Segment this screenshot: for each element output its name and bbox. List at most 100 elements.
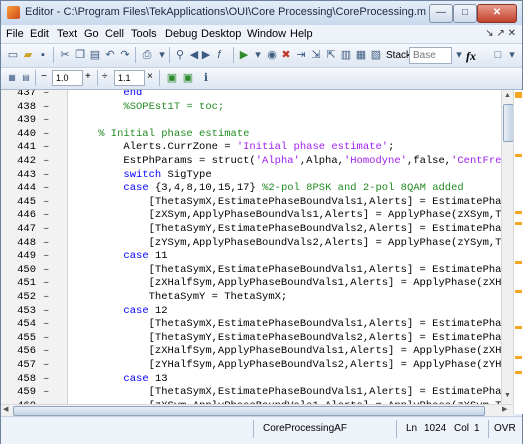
code-line[interactable]: 448– [zYSym,ApplyPhaseBoundVals2,Alerts]… bbox=[1, 237, 501, 251]
breakpoint-slot[interactable]: – bbox=[43, 196, 49, 210]
code-editor[interactable]: 437– end 438– %SOPEst1T = toc; 439–440– % … bbox=[1, 90, 501, 404]
find-icon[interactable]: ⚲ bbox=[173, 48, 187, 62]
code-line[interactable]: 458– case 13 bbox=[1, 373, 501, 387]
horizontal-scroll-thumb[interactable] bbox=[13, 406, 485, 416]
code-line[interactable]: 437– end bbox=[1, 90, 501, 101]
menu-file[interactable]: File bbox=[6, 28, 24, 40]
dropdown-arrow-icon[interactable]: ▾ bbox=[251, 48, 265, 62]
decrement-button[interactable]: − bbox=[41, 71, 47, 82]
divide-button[interactable]: ÷ bbox=[102, 71, 108, 82]
scroll-left-arrow-icon[interactable]: ◀ bbox=[3, 405, 8, 413]
title-bar[interactable]: Editor - C:\Program Files\TekApplication… bbox=[1, 1, 522, 25]
breakpoint-slot[interactable]: – bbox=[43, 209, 49, 223]
breakpoint-slot[interactable]: – bbox=[43, 114, 49, 128]
breakpoint-slot[interactable]: – bbox=[43, 305, 49, 319]
dropdown-arrow-icon[interactable]: ▾ bbox=[505, 48, 519, 62]
cell-eval-icon[interactable]: ▦ bbox=[5, 71, 19, 85]
continue-icon[interactable]: ▥ bbox=[339, 48, 353, 62]
breakpoint-slot[interactable]: – bbox=[43, 169, 49, 183]
breakpoint-slot[interactable]: – bbox=[43, 250, 49, 264]
breakpoint-slot[interactable]: – bbox=[43, 277, 49, 291]
cell-eval-advance-icon[interactable]: ▤ bbox=[19, 71, 33, 85]
close-button[interactable]: ✕ bbox=[477, 4, 517, 23]
code-line[interactable]: 444– case {3,4,8,10,15,17} %2-pol 8PSK a… bbox=[1, 182, 501, 196]
mlint-warning-mark[interactable] bbox=[515, 154, 522, 157]
stack-select[interactable]: Base bbox=[409, 47, 452, 64]
scroll-up-arrow-icon[interactable]: ▲ bbox=[504, 92, 511, 99]
step-out-icon[interactable]: ⇱ bbox=[324, 48, 338, 62]
code-line[interactable]: 442– EstPhParams = struct('Alpha',Alpha,… bbox=[1, 155, 501, 169]
breakpoint-slot[interactable]: – bbox=[43, 128, 49, 142]
menu-go[interactable]: Go bbox=[84, 28, 99, 40]
step-icon[interactable]: ⇥ bbox=[294, 48, 308, 62]
function-browser-icon[interactable]: f bbox=[212, 48, 226, 62]
menu-text[interactable]: Text bbox=[57, 28, 77, 40]
menu-help[interactable]: Help bbox=[290, 28, 313, 40]
breakpoint-slot[interactable]: – bbox=[43, 359, 49, 373]
breakpoint-slot[interactable]: – bbox=[43, 386, 49, 400]
code-line[interactable]: 457– [zYHalfSym,ApplyPhaseBoundVals2,Ale… bbox=[1, 359, 501, 373]
undo-icon[interactable]: ↶ bbox=[103, 48, 117, 62]
breakpoint-slot[interactable]: – bbox=[43, 101, 49, 115]
code-line[interactable]: 447– [ThetaSymY,EstimatePhaseBoundVals2,… bbox=[1, 223, 501, 237]
paste-icon[interactable]: ▤ bbox=[88, 48, 102, 62]
dropdown-arrow-icon[interactable]: ▾ bbox=[452, 48, 466, 62]
code-line[interactable]: 450– [ThetaSymX,EstimatePhaseBoundVals1,… bbox=[1, 264, 501, 278]
new-file-icon[interactable]: ▭ bbox=[6, 48, 20, 62]
code-line[interactable]: 454– [ThetaSymX,EstimatePhaseBoundVals1,… bbox=[1, 318, 501, 332]
copy-icon[interactable]: ❐ bbox=[73, 48, 87, 62]
cell-help-icon[interactable]: ℹ bbox=[199, 71, 213, 85]
decrement-value-input[interactable]: 1.0 bbox=[52, 70, 83, 86]
code-line[interactable]: 443– switch SigType bbox=[1, 169, 501, 183]
fx-label[interactable]: fx bbox=[466, 49, 476, 64]
horizontal-scrollbar[interactable]: ◀ ▶ bbox=[1, 404, 513, 416]
code-line[interactable]: 449– case 11 bbox=[1, 250, 501, 264]
cell-publish-icon[interactable]: ▣ bbox=[181, 71, 195, 85]
breakpoint-slot[interactable]: – bbox=[43, 182, 49, 196]
code-line[interactable]: 438– %SOPEst1T = toc; bbox=[1, 101, 501, 115]
code-line[interactable]: 445– [ThetaSymX,EstimatePhaseBoundVals1,… bbox=[1, 196, 501, 210]
menu-window[interactable]: Window bbox=[247, 28, 286, 40]
step-in-icon[interactable]: ⇲ bbox=[309, 48, 323, 62]
mlint-warning-mark[interactable] bbox=[515, 222, 522, 225]
forward-icon[interactable]: ▶ bbox=[199, 48, 213, 62]
maximize-button[interactable]: □ bbox=[453, 4, 477, 23]
breakpoint-slot[interactable]: – bbox=[43, 332, 49, 346]
code-line[interactable]: 455– [ThetaSymY,EstimatePhaseBoundVals2,… bbox=[1, 332, 501, 346]
breakpoint-slot[interactable]: – bbox=[43, 223, 49, 237]
mlint-warning-mark[interactable] bbox=[515, 290, 522, 293]
scroll-down-arrow-icon[interactable]: ▼ bbox=[504, 392, 511, 399]
code-line[interactable]: 453– case 12 bbox=[1, 305, 501, 319]
mlint-warning-mark[interactable] bbox=[515, 326, 522, 329]
exit-debug-icon[interactable]: ▦ bbox=[354, 48, 368, 62]
code-line[interactable]: 439– bbox=[1, 114, 501, 128]
code-line[interactable]: 459– [ThetaSymX,EstimatePhaseBoundVals1,… bbox=[1, 386, 501, 400]
debug-mode-icon[interactable]: ▧ bbox=[369, 48, 383, 62]
cut-icon[interactable]: ✂ bbox=[58, 48, 72, 62]
scroll-right-arrow-icon[interactable]: ▶ bbox=[502, 405, 507, 413]
menu-tools[interactable]: Tools bbox=[131, 28, 157, 40]
dock-controls[interactable]: ↘ ↗ ✕ bbox=[485, 28, 516, 39]
breakpoint-slot[interactable]: – bbox=[43, 264, 49, 278]
mlint-warning-mark[interactable] bbox=[515, 356, 522, 359]
code-line[interactable]: 456– [zXHalfSym,ApplyPhaseBoundVals1,Ale… bbox=[1, 345, 501, 359]
run-icon[interactable]: ▶ bbox=[237, 48, 251, 62]
show-cell-titles-icon[interactable]: ▣ bbox=[165, 71, 179, 85]
menu-debug[interactable]: Debug bbox=[165, 28, 197, 40]
set-breakpoint-icon[interactable]: ◉ bbox=[265, 48, 279, 62]
window-layout-icon[interactable]: □ bbox=[491, 48, 505, 62]
code-line[interactable]: 441– Alerts.CurrZone = 'Initial phase es… bbox=[1, 141, 501, 155]
multiply-value-input[interactable]: 1.1 bbox=[114, 70, 145, 86]
clear-breakpoints-icon[interactable]: ✖ bbox=[279, 48, 293, 62]
multiply-button[interactable]: × bbox=[147, 71, 153, 82]
dropdown-arrow-icon[interactable]: ▾ bbox=[155, 48, 169, 62]
code-line[interactable]: 452– ThetaSymY = ThetaSymX; bbox=[1, 291, 501, 305]
breakpoint-slot[interactable]: – bbox=[43, 155, 49, 169]
breakpoint-slot[interactable]: – bbox=[43, 345, 49, 359]
save-icon[interactable]: ▪ bbox=[36, 48, 50, 62]
redo-icon[interactable]: ↷ bbox=[118, 48, 132, 62]
breakpoint-slot[interactable]: – bbox=[43, 291, 49, 305]
print-icon[interactable]: ⎙ bbox=[140, 48, 154, 62]
breakpoint-slot[interactable]: – bbox=[43, 237, 49, 251]
code-line[interactable]: 440– % Initial phase estimate bbox=[1, 128, 501, 142]
